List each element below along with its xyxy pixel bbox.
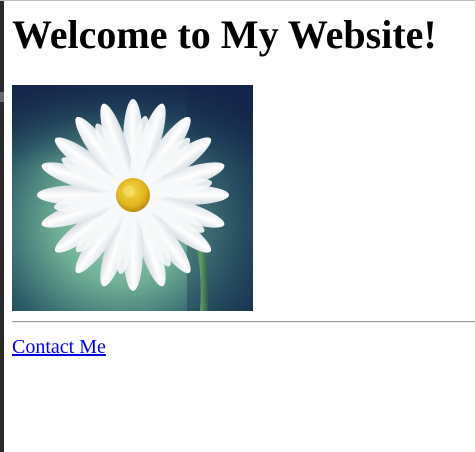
horizontal-divider [12, 321, 475, 323]
page-title: Welcome to My Website! [12, 12, 437, 57]
window-left-border [0, 0, 4, 452]
contact-me-link[interactable]: Contact Me [12, 336, 106, 358]
page-content: Welcome to My Website! Contact Me [12, 0, 475, 358]
window-border-notch [0, 92, 4, 102]
daisy-image [12, 85, 253, 311]
